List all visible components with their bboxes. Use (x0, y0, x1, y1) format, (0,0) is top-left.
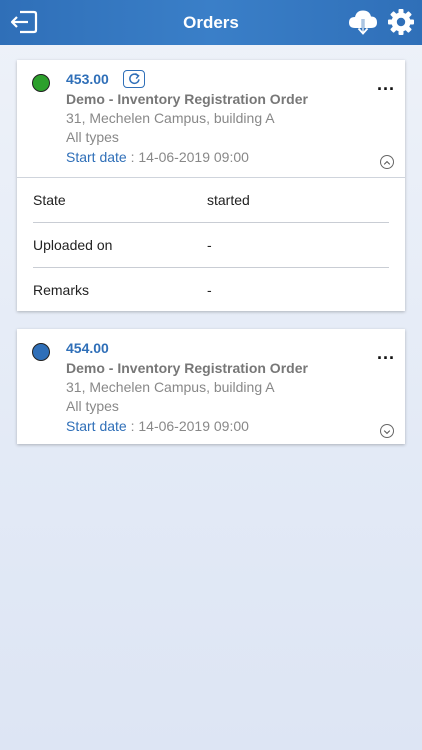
detail-row-state: State started (33, 178, 389, 223)
order-start-date: Start date : 14-06-2019 09:00 (66, 149, 249, 165)
start-date-separator: : (126, 418, 139, 434)
chevron-down-icon (383, 430, 391, 435)
status-indicator (32, 343, 50, 361)
order-types: All types (66, 398, 119, 414)
start-date-value: 14-06-2019 09:00 (138, 149, 249, 165)
order-card[interactable]: 454.00 ... Demo - Inventory Registration… (17, 329, 405, 444)
start-date-value: 14-06-2019 09:00 (138, 418, 249, 434)
cloud-download-icon (349, 10, 377, 35)
detail-label: State (33, 192, 66, 208)
order-number: 453.00 (66, 71, 109, 87)
gear-icon (388, 9, 414, 35)
order-card[interactable]: 453.00 ... Demo - Inventory Registration… (17, 60, 405, 311)
more-options-button[interactable]: ... (373, 75, 399, 94)
detail-label: Uploaded on (33, 237, 113, 253)
order-start-date: Start date : 14-06-2019 09:00 (66, 418, 249, 434)
download-button[interactable] (347, 6, 379, 38)
settings-button[interactable] (385, 6, 417, 38)
start-date-label: Start date (66, 149, 127, 165)
detail-row-remarks: Remarks - (33, 268, 389, 313)
chevron-up-icon (383, 160, 391, 165)
order-number: 454.00 (66, 340, 109, 356)
status-indicator (32, 74, 50, 92)
detail-label: Remarks (33, 282, 90, 298)
detail-value: started (207, 192, 250, 208)
order-name: Demo - Inventory Registration Order (66, 360, 308, 376)
order-address: 31, Mechelen Campus, building A (66, 110, 275, 126)
order-address: 31, Mechelen Campus, building A (66, 379, 275, 395)
detail-value: - (207, 237, 212, 253)
app-header: Orders (0, 0, 422, 45)
order-types: All types (66, 129, 119, 145)
more-options-button[interactable]: ... (373, 344, 399, 363)
detail-value: - (207, 282, 212, 298)
order-name: Demo - Inventory Registration Order (66, 91, 308, 107)
start-date-separator: : (126, 149, 139, 165)
expand-toggle[interactable] (380, 424, 394, 438)
detail-row-uploaded-on: Uploaded on - (33, 223, 389, 268)
collapse-toggle[interactable] (380, 155, 394, 169)
sync-icon[interactable] (123, 70, 145, 88)
start-date-label: Start date (66, 418, 127, 434)
